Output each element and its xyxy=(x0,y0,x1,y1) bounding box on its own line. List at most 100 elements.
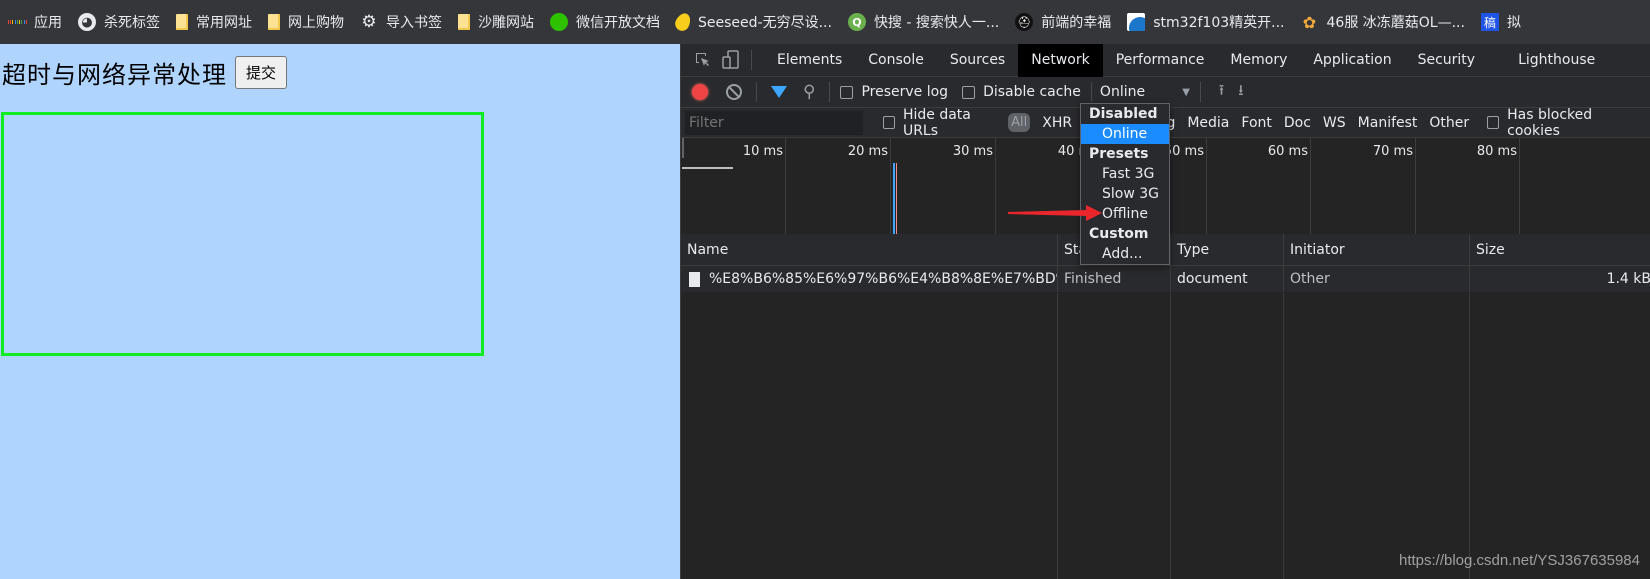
bookmarks-bar: 应用 ◕ 杀死标签 常用网址 网上购物 ⚙ 导入书签 沙雕网站 微信开放文档 S… xyxy=(0,0,1650,44)
type-filter-other[interactable]: Other xyxy=(1429,115,1469,131)
menu-item-add-custom[interactable]: Add... xyxy=(1081,244,1169,264)
request-name-cell[interactable]: %E8%B6%85%E6%97%B6%E4%B8%8E%E7%BD%91... xyxy=(681,266,1058,292)
bookmark-label: 网上购物 xyxy=(288,15,344,31)
bookmark-frontend[interactable]: ⛑ 前端的幸福 xyxy=(1015,8,1111,36)
type-filter-media[interactable]: Media xyxy=(1187,115,1229,131)
bookmark-kuaisou[interactable]: Q 快搜 - 搜索快人一... xyxy=(847,8,1000,36)
record-button[interactable] xyxy=(692,84,708,100)
type-filter-all[interactable]: All xyxy=(1008,113,1031,132)
bookmark-import[interactable]: ⚙ 导入书签 xyxy=(360,8,442,36)
tab-performance[interactable]: Performance xyxy=(1103,44,1218,77)
request-status: Finished xyxy=(1058,266,1171,292)
filter-icon[interactable] xyxy=(771,86,787,98)
gao-icon: 稿 xyxy=(1480,13,1499,31)
checkbox-box[interactable] xyxy=(962,85,976,99)
bookmark-folder-common[interactable]: 常用网址 xyxy=(176,8,252,36)
type-filter-doc[interactable]: Doc xyxy=(1284,115,1311,131)
load-event-marker xyxy=(896,163,897,234)
column-header-type[interactable]: Type xyxy=(1171,234,1284,266)
globe-icon: ◕ xyxy=(78,13,96,31)
bookmark-gao[interactable]: 稿 拟 xyxy=(1480,8,1521,36)
bookmark-seeseed[interactable]: Seeseed-无穷尽设... xyxy=(672,8,832,36)
search-icon[interactable]: ⚲ xyxy=(803,82,815,102)
menu-item-online[interactable]: Online xyxy=(1081,124,1169,144)
clear-icon[interactable] xyxy=(726,84,742,100)
throttling-select[interactable]: Online ▼ xyxy=(1100,84,1190,100)
bookmark-folder-shopping[interactable]: 网上购物 xyxy=(268,8,344,36)
column-dividers xyxy=(681,293,1650,579)
stm32-icon xyxy=(1127,13,1146,31)
divider xyxy=(829,82,831,102)
column-divider xyxy=(1283,293,1284,579)
gear-icon: ⚙ xyxy=(361,12,377,32)
bookmark-label: 快搜 - 搜索快人一... xyxy=(873,15,1000,31)
request-initiator: Other xyxy=(1284,266,1470,292)
bookmark-kill-tab[interactable]: ◕ 杀死标签 xyxy=(78,8,160,36)
tab-application[interactable]: Application xyxy=(1300,44,1404,77)
tab-network[interactable]: Network xyxy=(1018,43,1103,77)
folder-icon xyxy=(268,14,280,30)
menu-item-slow-3g[interactable]: Slow 3G xyxy=(1081,184,1169,204)
folder-icon xyxy=(176,14,188,30)
tab-security[interactable]: Security xyxy=(1405,44,1506,77)
tab-console[interactable]: Console xyxy=(855,44,937,77)
throttling-value: Online xyxy=(1099,84,1146,100)
checkbox-label: Preserve log xyxy=(861,84,949,100)
table-row[interactable]: %E8%B6%85%E6%97%B6%E4%B8%8E%E7%BD%91... … xyxy=(681,266,1650,292)
timeline-tick: 60 ms xyxy=(1207,138,1311,234)
export-har-icon[interactable]: ⭳ xyxy=(1238,80,1243,105)
dropdown-arrow-icon: ▼ xyxy=(1182,86,1190,98)
preserve-log-checkbox[interactable]: Preserve log xyxy=(840,84,948,100)
type-filter-font[interactable]: Font xyxy=(1241,115,1271,131)
bookmark-stm32[interactable]: stm32f103精英开... xyxy=(1127,8,1285,36)
tab-memory[interactable]: Memory xyxy=(1217,44,1300,77)
checkbox-box[interactable] xyxy=(883,116,895,129)
disable-cache-checkbox[interactable]: Disable cache xyxy=(962,84,1081,100)
inspect-element-icon[interactable] xyxy=(691,48,715,72)
has-blocked-cookies-checkbox[interactable]: Has blocked cookies xyxy=(1487,107,1636,139)
request-size: 1.4 kB xyxy=(1606,271,1650,287)
type-filter-xhr[interactable]: XHR xyxy=(1042,115,1072,131)
game-46-icon: ✿ xyxy=(1302,12,1317,32)
column-header-size[interactable]: Size xyxy=(1470,234,1650,266)
bookmark-label: Seeseed-无穷尽设... xyxy=(698,15,832,31)
bookmark-label: 拟 xyxy=(1506,15,1521,31)
bookmark-apps[interactable]: 应用 xyxy=(8,8,62,36)
checkbox-box[interactable] xyxy=(840,85,854,99)
bookmark-label: 沙雕网站 xyxy=(478,15,534,31)
wechat-icon xyxy=(550,13,568,31)
document-icon xyxy=(689,271,700,287)
tab-elements[interactable]: Elements xyxy=(764,44,855,77)
column-header-name[interactable]: Name xyxy=(681,234,1058,266)
import-har-icon[interactable]: ⭱ xyxy=(1219,80,1224,105)
kuaisou-icon: Q xyxy=(847,13,866,31)
bookmark-folder-funny[interactable]: 沙雕网站 xyxy=(458,8,534,36)
annotation-arrow-icon xyxy=(1008,205,1102,221)
timeline-tick: 70 ms xyxy=(1311,138,1416,234)
bookmark-label: 导入书签 xyxy=(386,15,442,31)
type-filter-manifest[interactable]: Manifest xyxy=(1358,115,1418,131)
checkbox-box[interactable] xyxy=(1487,116,1500,129)
submit-button[interactable]: 提交 xyxy=(235,56,287,89)
divider xyxy=(756,82,757,102)
checkbox-label: Has blocked cookies xyxy=(1507,106,1593,139)
divider xyxy=(1199,82,1201,102)
hide-data-urls-checkbox[interactable]: Hide data URLs xyxy=(883,107,1000,139)
folder-icon xyxy=(458,14,470,30)
bookmark-label: stm32f103精英开... xyxy=(1153,15,1285,31)
page-title: 超时与网络异常处理 xyxy=(2,61,227,89)
apps-grid-icon xyxy=(8,13,26,31)
tab-sources[interactable]: Sources xyxy=(937,44,1018,77)
checkbox-label: Hide data URLs xyxy=(902,106,971,139)
column-header-initiator[interactable]: Initiator xyxy=(1284,234,1470,266)
column-divider xyxy=(1170,293,1171,579)
menu-item-fast-3g[interactable]: Fast 3G xyxy=(1081,164,1169,184)
menu-group-heading: Presets xyxy=(1089,146,1149,162)
bookmark-game-46[interactable]: ✿ 46服 冰冻蘑菇OL—... xyxy=(1301,8,1465,36)
checkbox-label: Disable cache xyxy=(983,84,1081,100)
type-filter-ws[interactable]: WS xyxy=(1323,115,1346,131)
bookmark-wechat-docs[interactable]: 微信开放文档 xyxy=(550,8,660,36)
tab-lighthouse[interactable]: Lighthouse xyxy=(1505,44,1608,77)
filter-input[interactable] xyxy=(685,110,863,135)
device-toggle-icon[interactable] xyxy=(719,48,743,72)
